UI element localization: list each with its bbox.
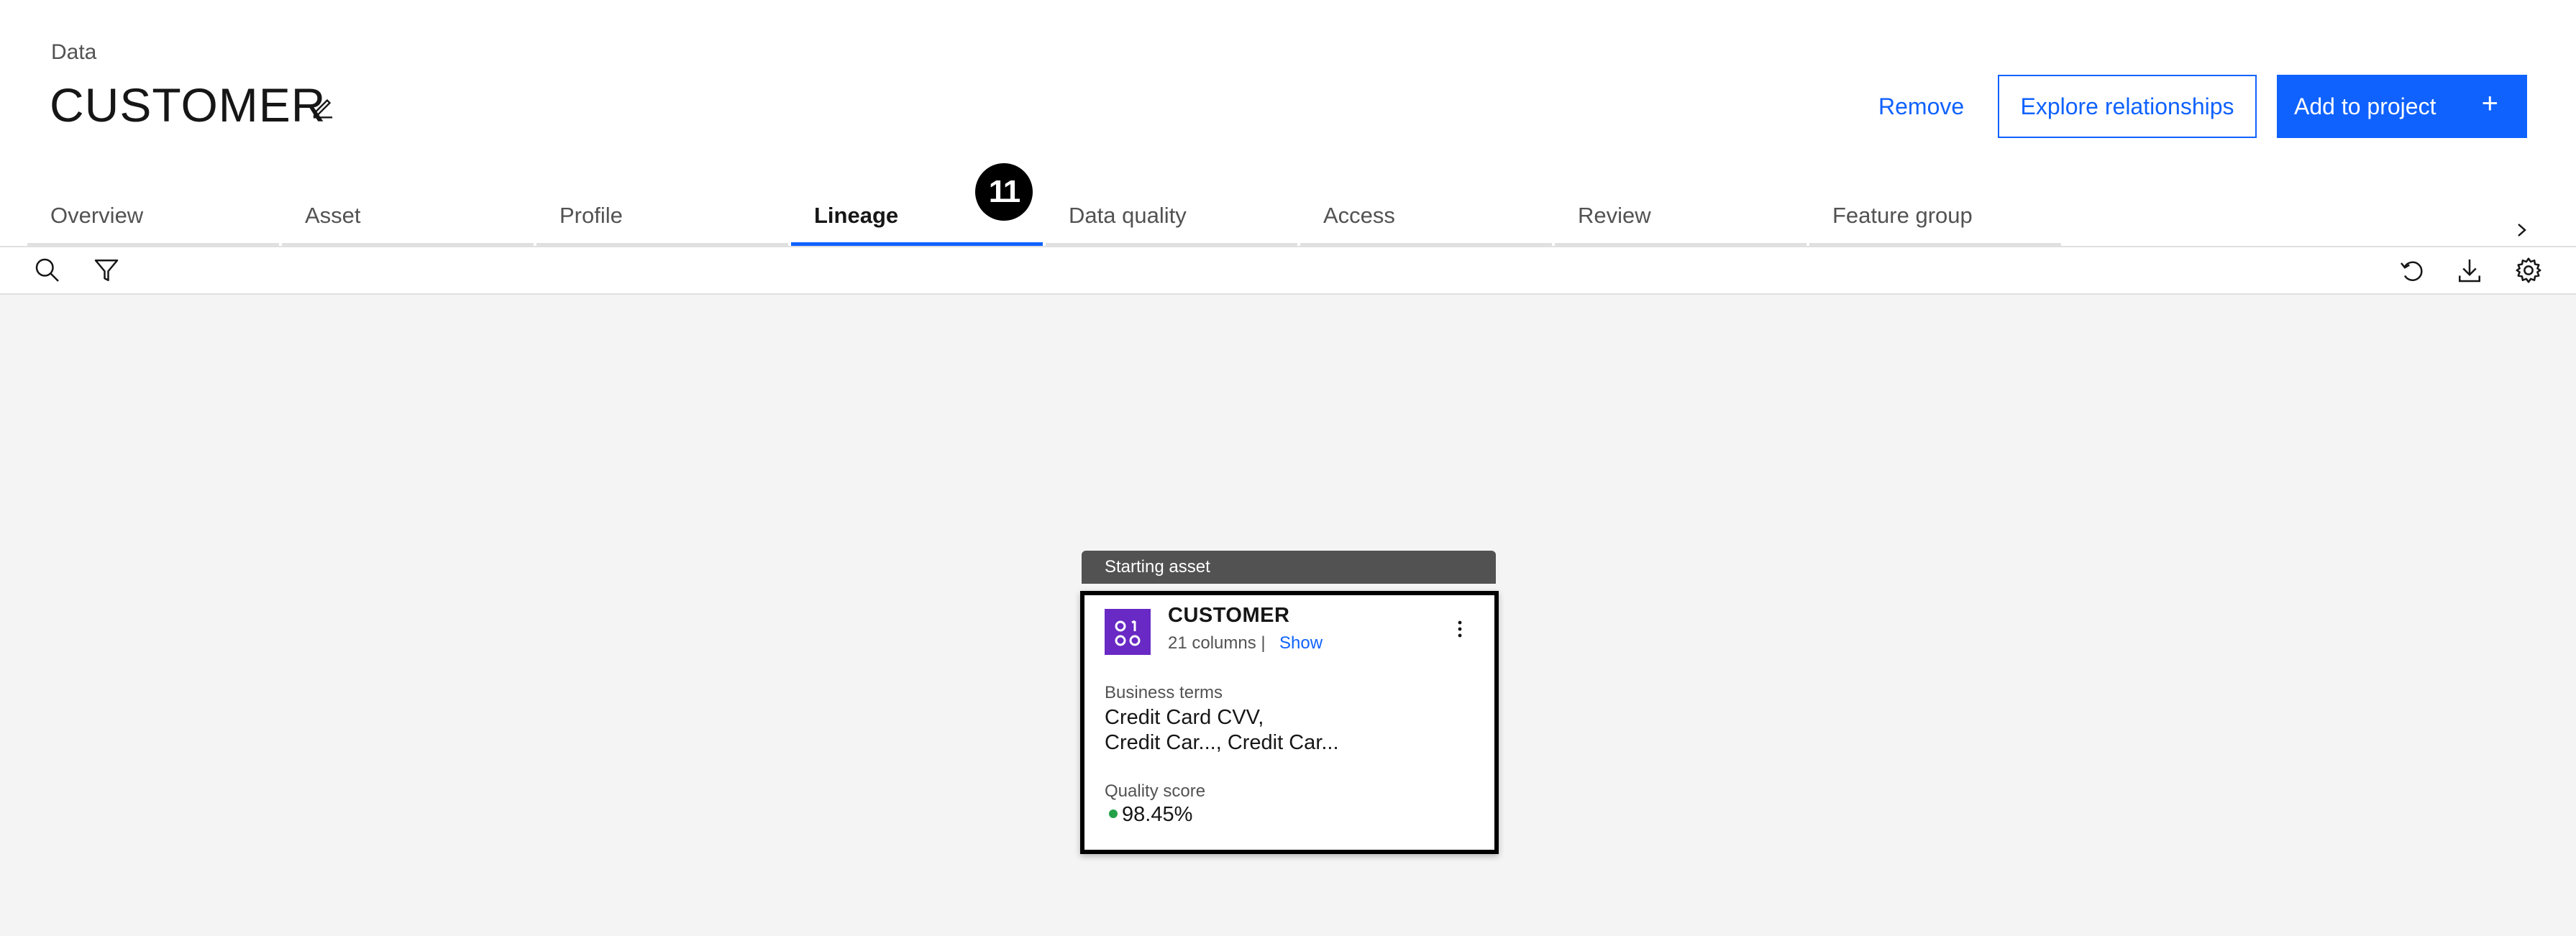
- chevron-right-icon[interactable]: [2511, 219, 2533, 241]
- step-badge: 11: [975, 163, 1033, 221]
- page-title: CUSTOMER: [50, 78, 326, 132]
- quality-score-label: Quality score: [1105, 781, 1206, 801]
- settings-icon[interactable]: [2514, 256, 2543, 285]
- remove-button[interactable]: Remove: [1863, 75, 1980, 138]
- tab-review[interactable]: Review: [1555, 203, 1807, 246]
- download-icon[interactable]: [2455, 256, 2484, 285]
- tab-data-quality[interactable]: Data quality: [1046, 203, 1297, 246]
- explore-relationships-button[interactable]: Explore relationships: [1998, 75, 2257, 138]
- tab-overview[interactable]: Overview: [27, 203, 279, 246]
- business-terms-line1: Credit Card CVV,: [1105, 706, 1264, 729]
- tab-feature-group[interactable]: Feature group: [1809, 203, 2061, 246]
- tab-access[interactable]: Access: [1300, 203, 1552, 246]
- add-to-project-button[interactable]: Add to project +: [2277, 75, 2527, 138]
- lineage-toolbar: [0, 246, 2576, 295]
- business-terms-line2: Credit Car..., Credit Car...: [1105, 731, 1339, 754]
- quality-score-value: 98.45%: [1122, 803, 1193, 826]
- overflow-menu-icon[interactable]: [1453, 618, 1467, 640]
- node-columns-count: 21 columns |: [1168, 633, 1266, 653]
- search-icon[interactable]: [33, 256, 62, 285]
- breadcrumb[interactable]: Data: [51, 40, 96, 65]
- tab-profile[interactable]: Profile: [536, 203, 788, 246]
- edit-icon[interactable]: [309, 93, 337, 121]
- quality-status-dot: [1109, 809, 1118, 818]
- tab-asset[interactable]: Asset: [282, 203, 534, 246]
- filter-icon[interactable]: [92, 256, 121, 285]
- starting-asset-label: Starting asset: [1082, 551, 1496, 584]
- business-terms-label: Business terms: [1105, 683, 1223, 702]
- node-title: CUSTOMER: [1168, 604, 1290, 627]
- plus-icon: +: [2481, 88, 2498, 119]
- reset-icon[interactable]: [2398, 256, 2426, 285]
- show-columns-link[interactable]: Show: [1279, 633, 1323, 653]
- table-icon: [1105, 609, 1151, 655]
- add-to-project-label: Add to project: [2294, 93, 2436, 119]
